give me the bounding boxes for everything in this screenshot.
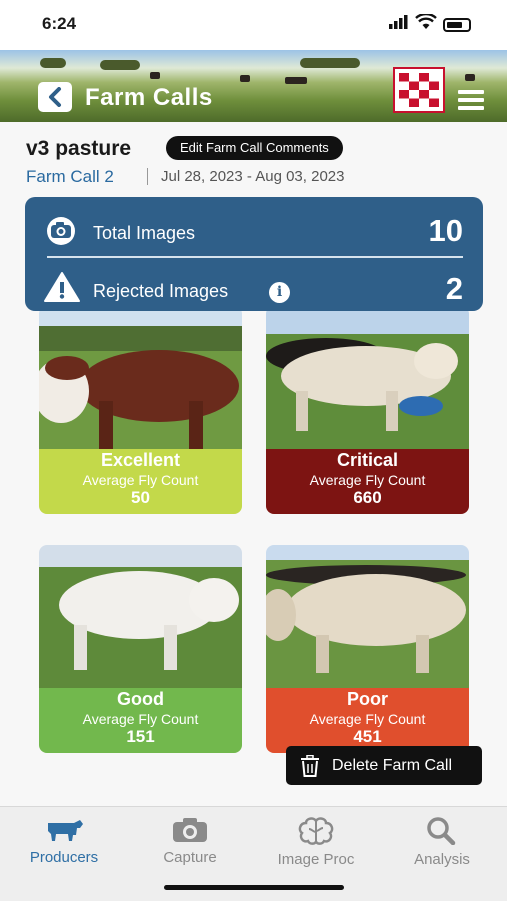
card-subtitle: Average Fly Count (82, 711, 199, 727)
info-icon[interactable]: i (269, 282, 290, 303)
battery-icon (443, 17, 471, 32)
card-fly-count: 660 (353, 488, 382, 507)
card-subtitle: Average Fly Count (309, 472, 426, 488)
header-banner: Farm Calls (0, 50, 507, 122)
signal-icon (389, 15, 409, 34)
edit-farm-call-comments-button[interactable]: Edit Farm Call Comments (166, 136, 343, 160)
tree-decoration (40, 58, 66, 68)
brain-icon (298, 817, 334, 845)
chevron-left-icon (49, 87, 61, 107)
cow-icon (48, 820, 83, 841)
total-images-row: Total Images 10 (25, 201, 483, 257)
card-rating: Poor (346, 689, 388, 709)
rejected-images-row: Rejected Images i 2 (25, 259, 483, 315)
tab-label: Analysis (414, 851, 470, 868)
image-card-poor[interactable]: Poor Average Fly Count 451 (266, 545, 469, 753)
total-images-value: 10 (428, 213, 463, 248)
camera-icon (43, 217, 79, 250)
cow-decoration (465, 74, 475, 81)
tab-label: Image Proc (277, 851, 355, 868)
home-indicator (164, 885, 344, 890)
summary-divider (47, 256, 463, 258)
cow-photo (266, 545, 469, 695)
tab-label: Capture (163, 849, 217, 866)
status-time: 6:24 (42, 14, 77, 33)
cow-photo (39, 545, 242, 695)
tree-decoration (100, 60, 140, 70)
tab-producers[interactable]: Producers (1, 817, 127, 866)
tab-label: Producers (29, 849, 99, 866)
tab-analysis[interactable]: Analysis (379, 817, 505, 868)
date-range: Jul 28, 2023 - Aug 03, 2023 (161, 168, 345, 185)
rejected-images-label: Rejected Images (93, 281, 229, 301)
page-title: Farm Calls (85, 84, 213, 111)
warning-icon (43, 271, 81, 308)
delete-farm-call-label: Delete Farm Call (332, 756, 453, 774)
delete-farm-call-button[interactable]: Delete Farm Call (286, 746, 482, 785)
card-footer: Excellent Average Fly Count 50 (39, 449, 242, 514)
purina-checkerboard-logo (393, 67, 445, 113)
trash-icon (301, 754, 319, 777)
wifi-icon (415, 12, 437, 35)
image-card-good[interactable]: Good Average Fly Count 151 (39, 545, 242, 753)
cow-decoration (285, 77, 307, 84)
back-button[interactable] (38, 82, 72, 112)
card-footer: Poor Average Fly Count 451 (266, 688, 469, 753)
tab-capture[interactable]: Capture (127, 817, 253, 866)
cow-decoration (240, 75, 250, 82)
card-subtitle: Average Fly Count (82, 472, 199, 488)
card-fly-count: 151 (126, 727, 155, 746)
card-footer: Good Average Fly Count 151 (39, 688, 242, 753)
status-bar: 6:24 (0, 0, 507, 50)
card-rating: Critical (336, 450, 399, 470)
farm-call-link[interactable]: Farm Call 2 (26, 167, 114, 187)
card-rating: Good (117, 689, 164, 709)
tab-image-proc[interactable]: Image Proc (253, 817, 379, 868)
image-card-critical[interactable]: Critical Average Fly Count 660 (266, 306, 469, 514)
cow-decoration (150, 72, 160, 79)
card-fly-count: 451 (353, 727, 382, 746)
image-summary-panel: Total Images 10 Rejected Images i 2 (25, 197, 483, 311)
magnifier-icon (427, 817, 456, 845)
total-images-label: Total Images (93, 223, 196, 243)
tree-decoration (300, 58, 360, 68)
camera-icon (173, 818, 207, 842)
card-fly-count: 50 (131, 488, 150, 507)
card-footer: Critical Average Fly Count 660 (266, 449, 469, 514)
cow-photo (39, 306, 242, 456)
pasture-name: v3 pasture (26, 137, 132, 160)
image-card-excellent[interactable]: Excellent Average Fly Count 50 (39, 306, 242, 514)
hamburger-menu-icon[interactable] (458, 90, 484, 110)
card-rating: Excellent (100, 450, 181, 470)
separator (147, 168, 148, 185)
cow-photo (266, 306, 469, 456)
card-subtitle: Average Fly Count (309, 711, 426, 727)
status-icons (389, 12, 471, 35)
rejected-images-value: 2 (445, 271, 463, 306)
